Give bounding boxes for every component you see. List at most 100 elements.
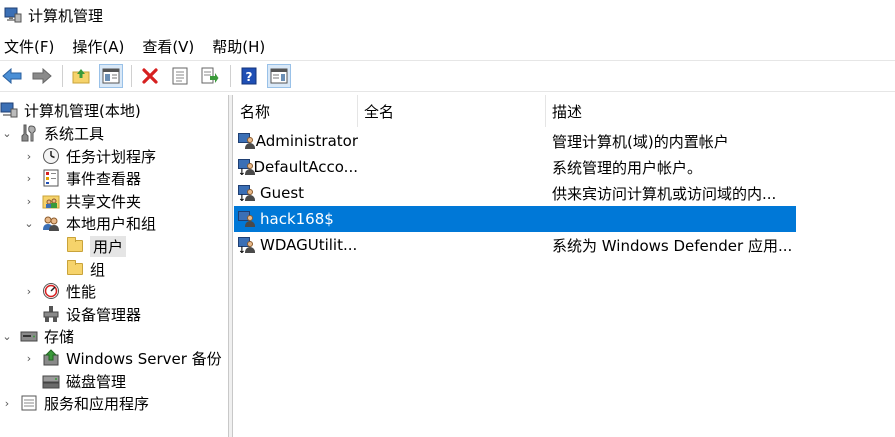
disabled-user-icon: ↓ — [238, 236, 256, 256]
menu-file[interactable]: 文件(F) — [0, 36, 58, 57]
tree-item-storage[interactable]: ⌄ 存储 — [0, 325, 74, 347]
tree-item-performance[interactable]: › 性能 — [22, 280, 96, 302]
window-title: 计算机管理 — [28, 6, 104, 25]
disabled-user-icon: ↓ — [238, 158, 255, 178]
column-header-fullname[interactable]: 全名 — [358, 95, 546, 127]
tree-item-groups[interactable]: 组 — [46, 258, 105, 280]
table-row[interactable]: Administrator 管理计算机(域)的内置帐户 — [234, 128, 796, 154]
table-row[interactable]: ↓ DefaultAcco... 系统管理的用户帐户。 — [234, 154, 796, 180]
export-list-icon[interactable] — [198, 64, 222, 88]
tree-item-disk-management[interactable]: 磁盘管理 — [22, 370, 126, 392]
tree-item-services-apps[interactable]: › 服务和应用程序 — [0, 392, 149, 414]
tree-label: 设备管理器 — [66, 305, 142, 324]
user-name: WDAGUtilit... — [260, 236, 358, 254]
tree-item-system-tools[interactable]: ⌄ 系统工具 — [0, 122, 104, 144]
user-fullname — [364, 180, 544, 206]
disk-management-icon — [42, 372, 60, 390]
computer-management-icon — [4, 6, 22, 24]
delete-icon[interactable] — [138, 64, 162, 88]
user-fullname — [364, 232, 544, 258]
user-list-pane: 名称 全名 描述 Administrator 管理计算机(域)的内置帐户 ↓ D… — [234, 95, 895, 437]
tree-label: 系统工具 — [44, 124, 105, 143]
user-name: hack168$ — [260, 210, 334, 228]
toolbar: ? — [0, 60, 895, 92]
column-header-name[interactable]: 名称 — [234, 95, 358, 127]
chevron-right-icon[interactable]: › — [0, 397, 14, 410]
tree-item-shared-folders[interactable]: › 共享文件夹 — [22, 190, 141, 212]
user-description: 管理计算机(域)的内置帐户 — [552, 132, 729, 151]
menu-help[interactable]: 帮助(H) — [208, 36, 269, 57]
svg-text:?: ? — [246, 70, 253, 84]
tree-item-windows-server-backup[interactable]: › Windows Server 备份 — [22, 347, 222, 369]
user-name: Administrator — [255, 132, 358, 150]
column-header-description[interactable]: 描述 — [546, 95, 796, 127]
computer-management-icon — [0, 101, 18, 119]
chevron-right-icon[interactable]: › — [22, 172, 36, 185]
chevron-right-icon[interactable]: › — [22, 352, 36, 365]
tree-label: 组 — [90, 260, 106, 279]
tools-icon — [20, 124, 38, 142]
title-bar: 计算机管理 — [0, 0, 895, 30]
storage-icon — [20, 327, 38, 345]
tree-item-users[interactable]: 用户 — [46, 235, 127, 257]
pane-splitter[interactable] — [229, 95, 233, 437]
tree-item-event-viewer[interactable]: › 事件查看器 — [22, 167, 141, 189]
tree-label: 用户 — [90, 235, 127, 257]
forward-arrow-icon[interactable] — [30, 64, 54, 88]
toolbar-separator — [230, 65, 231, 87]
up-folder-icon[interactable] — [69, 64, 93, 88]
tree-item-root[interactable]: 计算机管理(本地) — [0, 99, 141, 121]
toolbar-separator — [131, 65, 132, 87]
menu-view[interactable]: 查看(V) — [138, 36, 198, 57]
user-name: DefaultAcco... — [253, 158, 358, 176]
user-name: Guest — [260, 184, 305, 202]
tree-label: 计算机管理(本地) — [24, 101, 141, 120]
tree-label: 本地用户和组 — [66, 214, 157, 233]
tree-label: 共享文件夹 — [66, 192, 142, 211]
user-description — [552, 206, 796, 232]
menu-action[interactable]: 操作(A) — [68, 36, 128, 57]
menu-bar: 文件(F) 操作(A) 查看(V) 帮助(H) — [0, 34, 279, 58]
tree-label: 事件查看器 — [66, 169, 142, 188]
tree-pane: 计算机管理(本地) ⌄ 系统工具 › 任务计划程序 › 事件查看器 › 共享文件… — [0, 95, 229, 437]
chevron-right-icon[interactable]: › — [22, 285, 36, 298]
table-row[interactable]: ↓ WDAGUtilit... 系统为 Windows Defender 应用.… — [234, 232, 796, 258]
user-description: 系统为 Windows Defender 应用... — [552, 236, 793, 255]
folder-icon — [66, 237, 84, 255]
device-manager-icon — [42, 305, 60, 323]
tree-label: 存储 — [44, 327, 75, 346]
clock-icon — [42, 147, 60, 165]
shared-folder-icon — [42, 192, 60, 210]
chevron-right-icon[interactable]: › — [22, 195, 36, 208]
performance-icon — [42, 282, 60, 300]
user-description: 供来宾访问计算机或访问域的内... — [552, 184, 777, 203]
services-icon — [20, 394, 38, 412]
chevron-down-icon[interactable]: ⌄ — [0, 127, 14, 140]
tree-item-task-scheduler[interactable]: › 任务计划程序 — [22, 145, 156, 167]
table-row[interactable]: ↓ Guest 供来宾访问计算机或访问域的内... — [234, 180, 796, 206]
tree-label: 性能 — [66, 282, 97, 301]
users-group-icon — [42, 214, 60, 232]
show-hide-action-pane-icon[interactable] — [267, 64, 291, 88]
chevron-down-icon[interactable]: ⌄ — [22, 217, 36, 230]
user-fullname — [364, 154, 544, 180]
tree-label: 服务和应用程序 — [44, 394, 150, 413]
back-arrow-icon[interactable] — [0, 64, 24, 88]
toolbar-separator — [62, 65, 63, 87]
help-icon[interactable]: ? — [237, 64, 261, 88]
tree-label: 磁盘管理 — [66, 372, 127, 391]
tree-item-device-manager[interactable]: 设备管理器 — [22, 303, 141, 325]
tree-item-local-users-groups[interactable]: ⌄ 本地用户和组 — [22, 212, 156, 234]
table-row-selected[interactable]: hack168$ — [234, 206, 796, 232]
user-description: 系统管理的用户帐户。 — [552, 158, 703, 177]
show-hide-tree-icon[interactable] — [99, 64, 123, 88]
user-icon — [238, 132, 255, 150]
chevron-down-icon[interactable]: ⌄ — [0, 330, 14, 343]
disabled-user-icon: ↓ — [238, 184, 256, 204]
event-viewer-icon — [42, 169, 60, 187]
user-fullname — [364, 128, 544, 154]
chevron-right-icon[interactable]: › — [22, 150, 36, 163]
properties-icon[interactable] — [168, 64, 192, 88]
backup-icon — [42, 349, 60, 367]
tree-label: Windows Server 备份 — [66, 349, 222, 368]
